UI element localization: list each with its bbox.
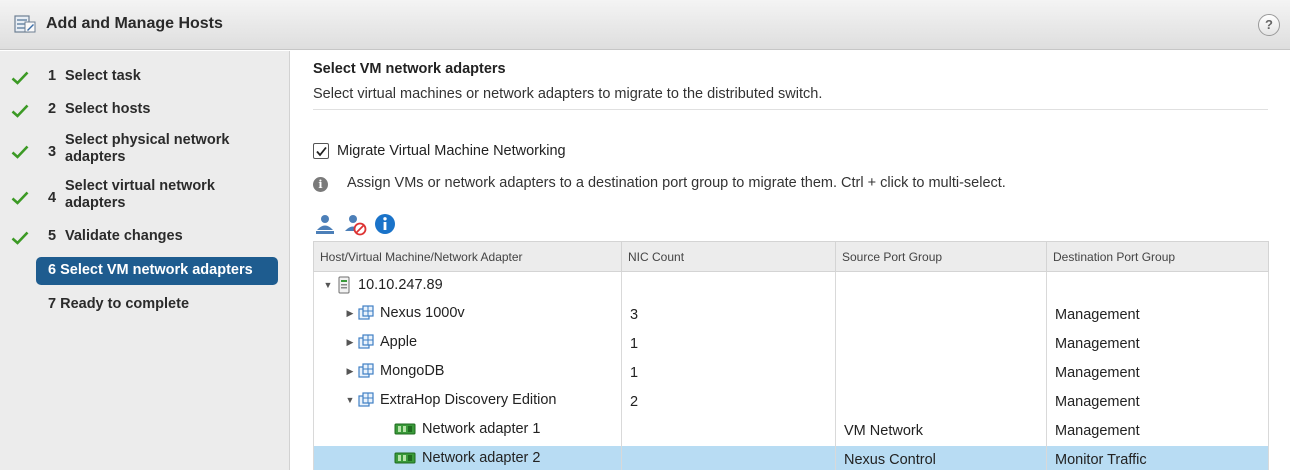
destination-port-group-cell[interactable] <box>1046 271 1269 301</box>
checkmark-icon <box>11 145 29 159</box>
collapse-arrow-icon[interactable]: ▼ <box>322 280 334 290</box>
expand-arrow-icon[interactable]: ▶ <box>344 337 356 348</box>
expand-arrow-icon[interactable]: ▶ <box>344 366 356 377</box>
step-label: Select hosts <box>65 101 151 117</box>
checkmark-icon <box>11 191 29 205</box>
step-number: 2 <box>48 101 57 117</box>
destination-port-group-cell[interactable]: Management <box>1046 300 1269 330</box>
page-title: Select VM network adapters <box>313 61 506 77</box>
step-label: Select physical network adapters <box>65 132 230 165</box>
wizard-titlebar: Add and Manage Hosts ? <box>0 0 1290 50</box>
column-header[interactable]: Host/Virtual Machine/Network Adapter <box>313 241 622 272</box>
source-port-group-cell <box>835 271 1047 301</box>
step-number: 3 <box>48 144 57 160</box>
source-port-group-cell <box>835 329 1047 359</box>
network-adapter-icon <box>394 452 416 464</box>
table-header-row: Host/Virtual Machine/Network Adapter NIC… <box>313 241 1269 272</box>
nic-count-cell: 2 <box>621 387 836 417</box>
step-label: 6 Select VM network adapters <box>48 262 253 278</box>
vm-icon <box>358 305 374 320</box>
table-row-vm[interactable]: ▶ Nexus 1000v 3 Management <box>313 300 1269 330</box>
reset-changes-icon[interactable] <box>343 212 367 236</box>
source-port-group-cell <box>835 300 1047 330</box>
page-subtitle: Select virtual machines or network adapt… <box>313 86 823 102</box>
checkmark-icon <box>11 104 29 118</box>
step-number: 4 <box>48 190 57 206</box>
help-button[interactable]: ? <box>1258 14 1280 36</box>
row-name: Nexus 1000v <box>380 305 465 322</box>
wizard-title: Add and Manage Hosts <box>46 15 223 32</box>
nic-count-cell <box>621 416 836 446</box>
table-row-vm[interactable]: ▶ Apple 1 Management <box>313 329 1269 359</box>
step-label: 7 Ready to complete <box>48 296 190 312</box>
nic-count-cell <box>621 445 836 470</box>
nic-count-cell: 1 <box>621 329 836 359</box>
row-name: ExtraHop Discovery Edition <box>380 392 557 409</box>
table-row-adapter-selected[interactable]: Network adapter 2 Nexus Control Monitor … <box>313 445 1269 470</box>
wizard-steps-sidebar: 1 Select task 2 Select hosts 3 Select ph… <box>0 51 290 470</box>
host-icon <box>338 276 350 294</box>
vm-icon <box>358 392 374 407</box>
wizard-content: Select VM network adapters Select virtua… <box>313 51 1273 470</box>
checkmark-icon <box>11 231 29 245</box>
row-name: 10.10.247.89 <box>358 277 443 294</box>
collapse-arrow-icon[interactable]: ▼ <box>344 395 356 405</box>
table-row-adapter[interactable]: Network adapter 1 VM Network Management <box>313 416 1269 446</box>
source-port-group-cell <box>835 358 1047 388</box>
table-row-vm[interactable]: ▼ ExtraHop Discovery Edition 2 Management <box>313 387 1269 417</box>
info-text: Assign VMs or network adapters to a dest… <box>347 175 1006 191</box>
destination-port-group-cell[interactable]: Management <box>1046 416 1269 446</box>
info-icon[interactable] <box>373 212 397 236</box>
destination-port-group-cell[interactable]: Monitor Traffic <box>1046 445 1269 470</box>
table-row-host[interactable]: ▼ 10.10.247.89 <box>313 271 1269 301</box>
migrate-vm-networking-checkbox[interactable] <box>313 143 329 159</box>
source-port-group-cell <box>835 387 1047 417</box>
destination-port-group-cell[interactable]: Management <box>1046 387 1269 417</box>
info-icon: i <box>313 177 328 192</box>
network-adapter-icon <box>394 423 416 435</box>
vm-icon <box>358 334 374 349</box>
step-number: 5 <box>48 228 57 244</box>
header-divider <box>313 109 1268 110</box>
migrate-vm-networking-label: Migrate Virtual Machine Networking <box>337 143 566 159</box>
checkmark-icon <box>11 71 29 85</box>
destination-port-group-cell[interactable]: Management <box>1046 329 1269 359</box>
step-label: Validate changes <box>65 228 183 244</box>
step-label: Select virtual network adapters <box>65 178 215 211</box>
nic-count-cell: 1 <box>621 358 836 388</box>
step-number: 1 <box>48 68 57 84</box>
vm-adapters-table: Host/Virtual Machine/Network Adapter NIC… <box>313 241 1269 470</box>
row-name: Network adapter 1 <box>422 421 541 438</box>
expand-arrow-icon[interactable]: ▶ <box>344 308 356 319</box>
vm-icon <box>358 363 374 378</box>
nic-count-cell <box>621 271 836 301</box>
source-port-group-cell: Nexus Control <box>835 445 1047 470</box>
assign-port-group-icon[interactable] <box>313 212 337 236</box>
column-header[interactable]: NIC Count <box>621 241 836 272</box>
step-label: Select task <box>65 68 141 84</box>
step-select-vm-adapters-active[interactable]: 6 Select VM network adapters <box>36 257 278 285</box>
source-port-group-cell: VM Network <box>835 416 1047 446</box>
table-row-vm[interactable]: ▶ MongoDB 1 Management <box>313 358 1269 388</box>
destination-port-group-cell[interactable]: Management <box>1046 358 1269 388</box>
row-name: Apple <box>380 334 418 351</box>
column-header[interactable]: Destination Port Group <box>1046 241 1269 272</box>
column-header[interactable]: Source Port Group <box>835 241 1047 272</box>
info-message: i Assign VMs or network adapters to a de… <box>313 175 1273 195</box>
row-name: Network adapter 2 <box>422 450 541 467</box>
row-name: MongoDB <box>380 363 445 380</box>
add-hosts-icon <box>14 15 36 33</box>
nic-count-cell: 3 <box>621 300 836 330</box>
